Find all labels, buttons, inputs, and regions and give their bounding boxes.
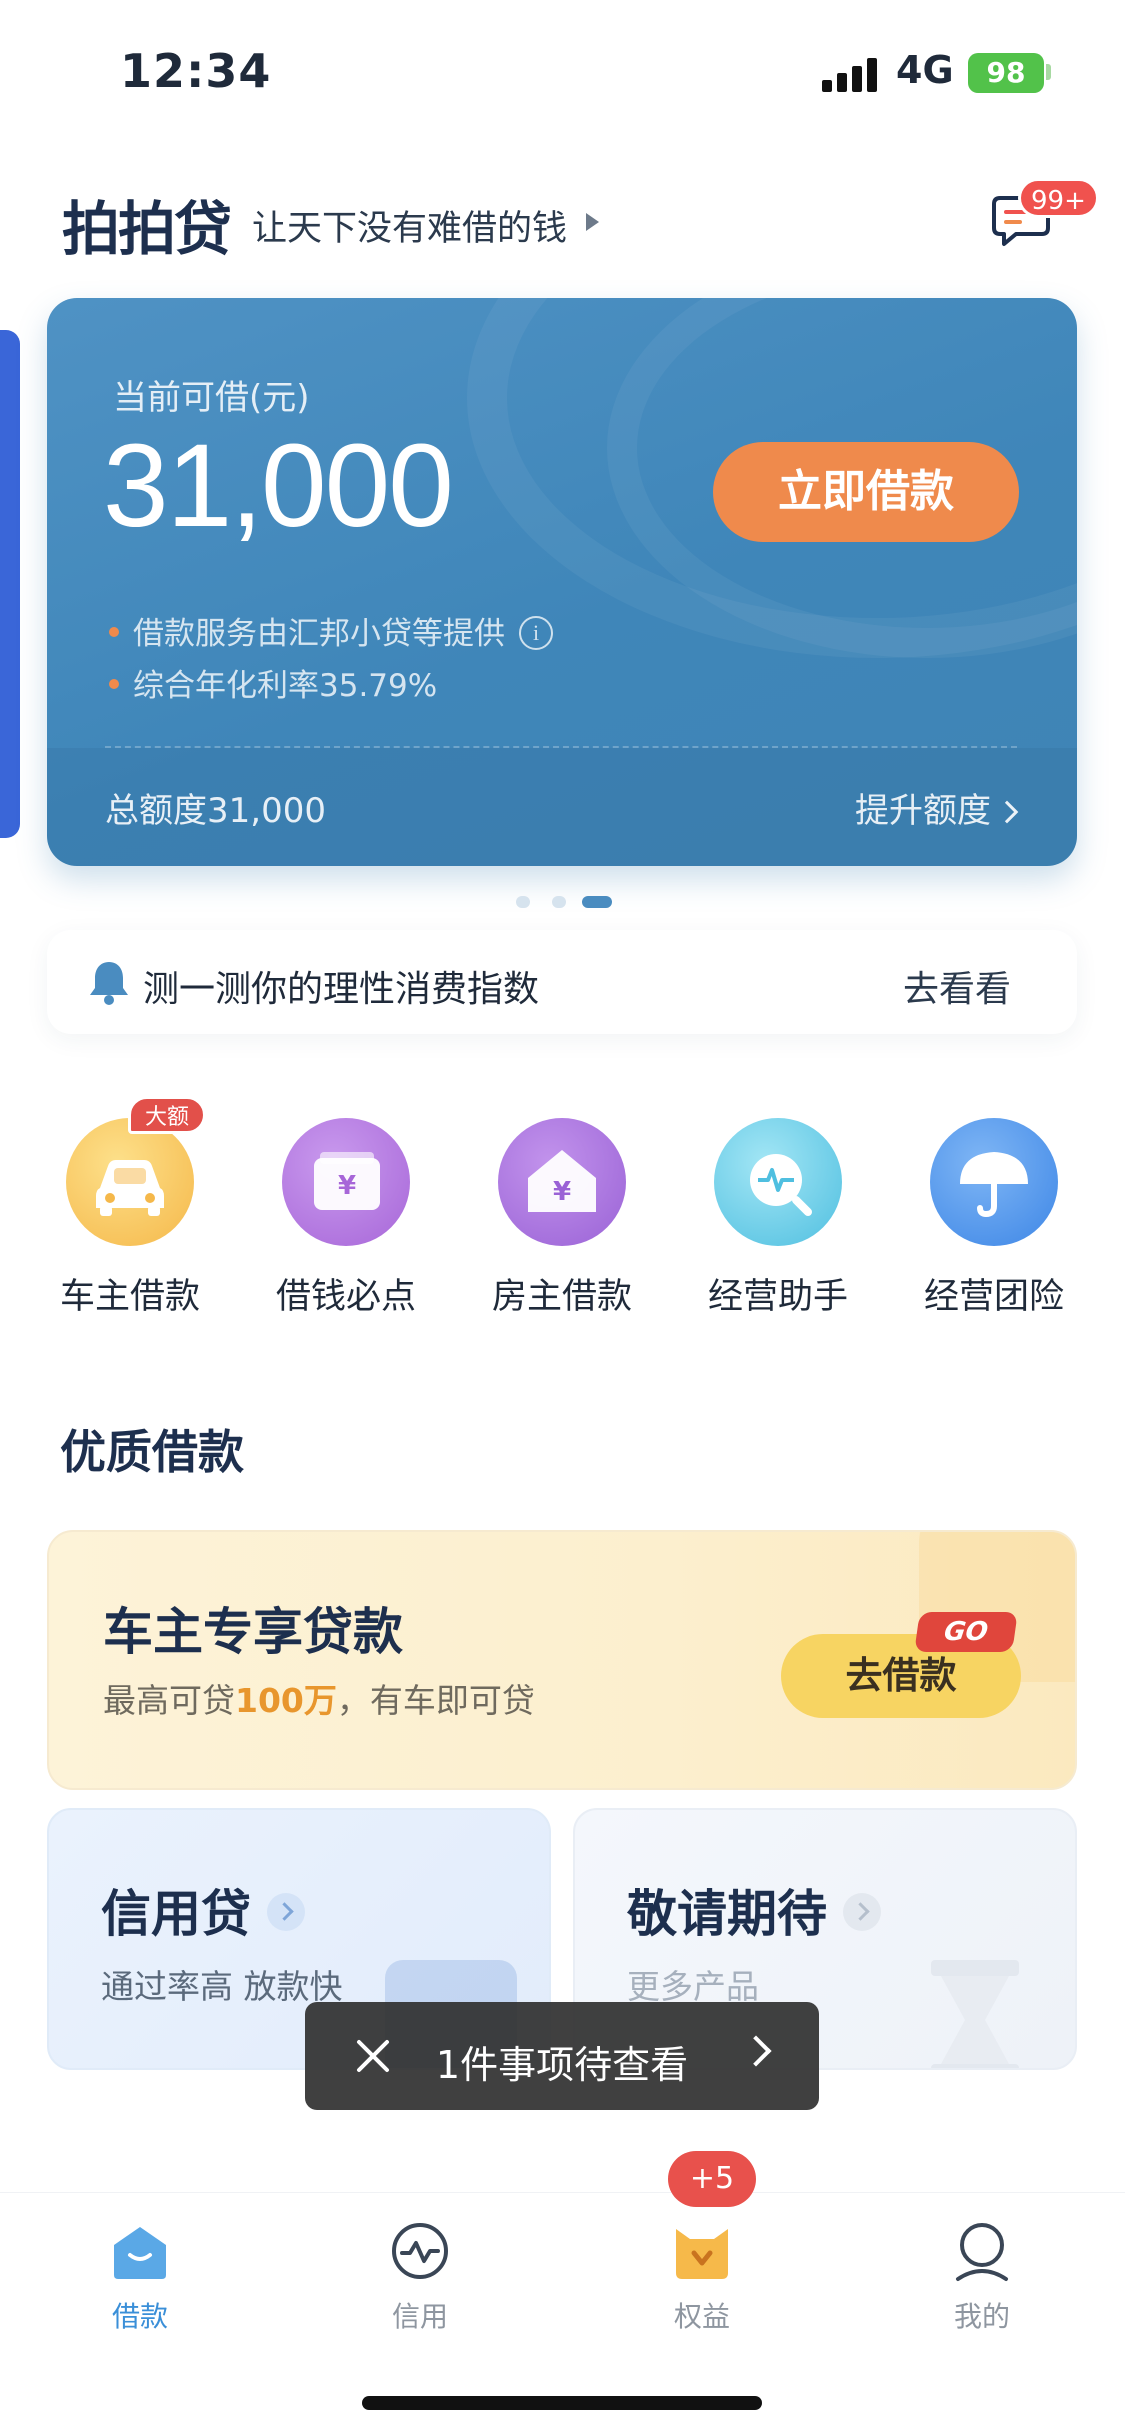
carousel-prev-card[interactable] [0, 330, 20, 838]
entry-car-owner-loan[interactable]: 大额 车主借款 [40, 1096, 220, 1319]
battery-icon: 98 [968, 53, 1044, 93]
available-label: 当前可借(元) [113, 378, 310, 418]
car-sub-highlight: 100万 [235, 1681, 337, 1720]
large-amount-badge: 大额 [128, 1096, 207, 1134]
raise-quota-label: 提升额度 [855, 791, 991, 831]
entry-label: 借钱必点 [275, 1277, 416, 1317]
chevron-right-icon [267, 1892, 305, 1931]
message-badge: 99+ [1018, 178, 1099, 218]
notice-text: 测一测你的理性消费指数 [143, 969, 540, 1010]
total-quota: 总额度31,000 [105, 791, 326, 831]
signal-icon [822, 58, 880, 92]
entry-must-borrow[interactable]: ¥ 借钱必点 [256, 1110, 436, 1319]
carousel-dot[interactable] [516, 896, 530, 908]
slogan-link[interactable]: 让天下没有难借的钱 [252, 200, 567, 251]
tab-label: 权益 [673, 2300, 730, 2333]
bullet-dot [109, 678, 119, 689]
service-note-text: 借款服务由汇邦小贷等提供 [133, 616, 505, 652]
borrow-now-button[interactable]: 立即借款 [713, 442, 1019, 542]
entry-label: 车主借款 [59, 1277, 200, 1317]
pending-items-toast[interactable]: 1件事项待查看 [305, 2002, 819, 2110]
credit-loan-title: 信用贷 [101, 1874, 305, 1946]
section-title: 优质借款 [60, 1425, 244, 1479]
tab-label: 我的 [953, 2300, 1010, 2333]
car-banner-subtitle: 最高可贷100万，有车即可贷 [103, 1674, 535, 1722]
hourglass-icon [931, 1960, 1019, 2068]
tab-rewards[interactable]: 权益 [622, 2219, 782, 2335]
entry-group-insurance[interactable]: 经营团险 [904, 1110, 1084, 1319]
loan-card: 当前可借(元) 31,000 立即借款 借款服务由汇邦小贷等提供 i 综合年化利率… [47, 298, 1077, 866]
home-indicator [362, 2396, 762, 2410]
product-title: 信用贷 [101, 1885, 251, 1943]
chevron-right-icon [843, 1892, 881, 1931]
service-note: 借款服务由汇邦小贷等提供 i [109, 608, 553, 653]
bell-icon [90, 962, 128, 1005]
product-title: 敬请期待 [627, 1885, 827, 1943]
credit-pulse-icon [392, 2223, 448, 2279]
entry-label: 经营团险 [923, 1277, 1064, 1317]
svg-text:¥: ¥ [338, 1171, 356, 1201]
battery-tip [1046, 64, 1051, 80]
car-owner-loan-banner[interactable]: 车主专享贷款 最高可贷100万，有车即可贷 去借款 GO [47, 1530, 1077, 1790]
tab-label: 借款 [111, 2300, 168, 2333]
tab-loan[interactable]: 借款 [60, 2219, 220, 2335]
entry-business-assistant[interactable]: 经营助手 [688, 1110, 868, 1319]
tab-label: 信用 [391, 2300, 448, 2333]
bullet-dot [109, 626, 119, 637]
triangle-right-icon [586, 213, 599, 231]
tab-mine[interactable]: 我的 [902, 2219, 1062, 2335]
home-loan-icon [114, 2227, 166, 2279]
car-sub-suffix: ，有车即可贷 [336, 1681, 535, 1720]
svg-text:¥: ¥ [553, 1177, 571, 1207]
card-footer: 总额度31,000 提升额度 [47, 748, 1077, 866]
status-bar: 12:34 4G 98 [0, 0, 1125, 140]
raise-quota-link[interactable]: 提升额度 [855, 783, 1019, 832]
entry-label: 房主借款 [491, 1277, 632, 1317]
tab-credit[interactable]: 信用 [340, 2219, 500, 2335]
entry-label: 经营助手 [707, 1277, 848, 1317]
umbrella-icon [930, 1118, 1058, 1246]
profile-icon [956, 2223, 1008, 2281]
network-type: 4G [896, 48, 954, 92]
status-time: 12:34 [120, 44, 272, 98]
rate-note: 综合年化利率35.79% [109, 660, 437, 705]
wallet-yen-icon: ¥ [282, 1118, 410, 1246]
consumption-index-banner[interactable]: 测一测你的理性消费指数 去看看 [47, 930, 1077, 1034]
car-sub-prefix: 最高可贷 [103, 1681, 235, 1720]
car-icon [66, 1118, 194, 1246]
pulse-search-icon [714, 1118, 842, 1246]
coming-soon-title: 敬请期待 [627, 1874, 881, 1946]
battery-level: 98 [986, 56, 1026, 89]
carousel-dot-active[interactable] [582, 896, 612, 908]
quick-entries: 大额 车主借款 ¥ 借钱必点 ¥ 房主借款 经营助手 经营团险 [0, 1096, 1125, 1340]
rewards-cat-icon [676, 2229, 728, 2279]
product-subtitle: 更多产品 [627, 1967, 759, 2006]
car-banner-title: 车主专享贷款 [103, 1603, 403, 1661]
header: 拍拍贷 让天下没有难借的钱 99+ [0, 170, 1125, 280]
toast-text: 1件事项待查看 [435, 2043, 689, 2087]
entry-homeowner-loan[interactable]: ¥ 房主借款 [472, 1110, 652, 1319]
carousel-dot[interactable] [552, 896, 566, 908]
info-icon[interactable]: i [519, 615, 553, 650]
rate-note-text: 综合年化利率35.79% [133, 668, 438, 704]
chevron-right-icon [995, 800, 1019, 824]
go-badge: GO [914, 1612, 1018, 1652]
house-yen-icon: ¥ [498, 1118, 626, 1246]
available-amount: 31,000 [103, 420, 454, 552]
app-logo: 拍拍贷 [62, 195, 232, 263]
product-subtitle: 通过率高 放款快 [101, 1967, 343, 2006]
notice-link[interactable]: 去看看 [903, 960, 1011, 1012]
rewards-badge: +5 [668, 2151, 756, 2207]
